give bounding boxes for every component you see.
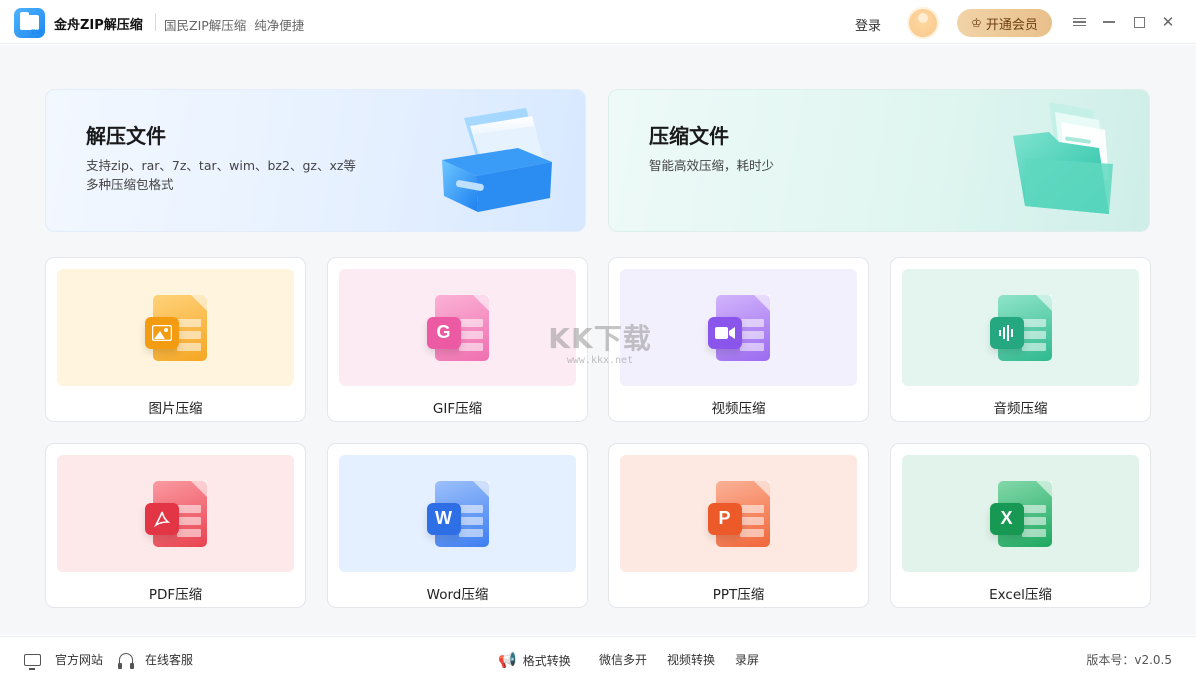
unzip-files-card[interactable]: 解压文件 支持zip、rar、7z、tar、wim、bz2、gz、xz等 多种压… <box>45 89 586 232</box>
format-convert-label: 格式转换 <box>522 653 571 668</box>
word-compress-label: Word压缩 <box>426 587 489 603</box>
video-convert-label: 视频转换 <box>667 653 716 667</box>
menu-icon[interactable] <box>1069 12 1089 32</box>
unzip-desc-line2: 多种压缩包格式 <box>86 177 174 192</box>
video-compress-card[interactable]: 视频压缩 <box>608 257 869 422</box>
wechat-multi-label: 微信多开 <box>599 653 648 667</box>
app-title: 金舟ZIP解压缩 <box>54 18 143 33</box>
online-service-label: 在线客服 <box>145 653 194 667</box>
word-compress-thumb: W <box>339 455 576 572</box>
excel-compress-card[interactable]: X Excel压缩 <box>890 443 1151 608</box>
pdf-compress-label: PDF压缩 <box>148 587 203 603</box>
close-icon[interactable]: ✕ <box>1158 12 1178 32</box>
video-convert-link[interactable]: 视频转换 <box>667 651 715 668</box>
video-compress-thumb <box>620 269 857 386</box>
maximize-icon[interactable] <box>1129 12 1149 32</box>
word-file-icon: W <box>426 480 489 547</box>
megaphone-icon: 📢 <box>498 651 517 669</box>
version-label: 版本号：v2.0.5 <box>1086 653 1172 667</box>
monitor-icon <box>24 653 41 670</box>
video-compress-label: 视频压缩 <box>711 401 766 417</box>
vip-button[interactable]: ♔ 开通会员 <box>957 9 1052 37</box>
pdf-file-icon <box>144 480 207 547</box>
pdf-compress-card[interactable]: PDF压缩 <box>45 443 306 608</box>
ppt-compress-thumb: P <box>620 455 857 572</box>
word-compress-card[interactable]: W Word压缩 <box>327 443 588 608</box>
app-slogan: 国民ZIP解压缩 纯净便捷 <box>164 18 305 33</box>
image-compress-label: 图片压缩 <box>148 401 203 417</box>
online-service-link[interactable]: 在线客服 <box>118 651 194 669</box>
unzip-title: 解压文件 <box>86 124 166 148</box>
gif-file-icon: G <box>426 294 489 361</box>
folder-icon <box>1013 102 1113 214</box>
zip-description: 智能高效压缩，耗时少 <box>649 158 775 173</box>
pdf-compress-thumb <box>57 455 294 572</box>
app-logo-icon: ZIP <box>14 8 45 38</box>
login-link[interactable]: 登录 <box>855 15 881 34</box>
audio-compress-thumb <box>902 269 1139 386</box>
excel-file-icon: X <box>989 480 1052 547</box>
official-site-label: 官方网站 <box>55 653 104 667</box>
crown-icon: ♔ <box>971 16 982 30</box>
title-bar: ZIP 金舟ZIP解压缩 国民ZIP解压缩 纯净便捷 登录 ♔ 开通会员 ✕ <box>0 0 1196 44</box>
video-file-icon <box>707 294 770 361</box>
excel-compress-thumb: X <box>902 455 1139 572</box>
unzip-description: 支持zip、rar、7z、tar、wim、bz2、gz、xz等 多种压缩包格式 <box>86 156 386 194</box>
minimize-icon[interactable] <box>1099 12 1119 32</box>
audio-file-icon <box>989 294 1052 361</box>
file-drawer-icon <box>442 108 552 212</box>
vip-button-label: 开通会员 <box>985 17 1038 33</box>
official-site-link[interactable]: 官方网站 <box>24 651 104 670</box>
gif-compress-card[interactable]: G GIF压缩 <box>327 257 588 422</box>
zip-files-card[interactable]: 压缩文件 智能高效压缩，耗时少 <box>608 89 1150 232</box>
image-file-icon <box>144 294 207 361</box>
avatar[interactable] <box>907 7 939 39</box>
audio-compress-label: 音频压缩 <box>993 401 1048 417</box>
excel-compress-label: Excel压缩 <box>989 587 1052 603</box>
ppt-compress-card[interactable]: P PPT压缩 <box>608 443 869 608</box>
main-area: 解压文件 支持zip、rar、7z、tar、wim、bz2、gz、xz等 多种压… <box>0 45 1196 635</box>
ppt-file-icon: P <box>707 480 770 547</box>
wechat-multi-link[interactable]: 微信多开 <box>599 651 647 668</box>
screen-record-link[interactable]: 录屏 <box>735 651 759 668</box>
audio-compress-card[interactable]: 音频压缩 <box>890 257 1151 422</box>
format-convert-link[interactable]: 📢 格式转换 <box>498 651 571 669</box>
headset-icon <box>118 653 134 669</box>
screen-record-label: 录屏 <box>735 653 760 667</box>
status-bar: 官方网站 在线客服 📢 格式转换 微信多开 视频转换 录屏 版本号：v2.0.5 <box>0 636 1196 680</box>
zip-title: 压缩文件 <box>649 124 729 148</box>
title-divider <box>155 13 156 31</box>
image-compress-card[interactable]: 图片压缩 <box>45 257 306 422</box>
gif-compress-label: GIF压缩 <box>432 401 483 417</box>
ppt-compress-label: PPT压缩 <box>712 587 765 603</box>
gif-compress-thumb: G <box>339 269 576 386</box>
image-compress-thumb <box>57 269 294 386</box>
unzip-desc-line1: 支持zip、rar、7z、tar、wim、bz2、gz、xz等 <box>86 158 356 173</box>
